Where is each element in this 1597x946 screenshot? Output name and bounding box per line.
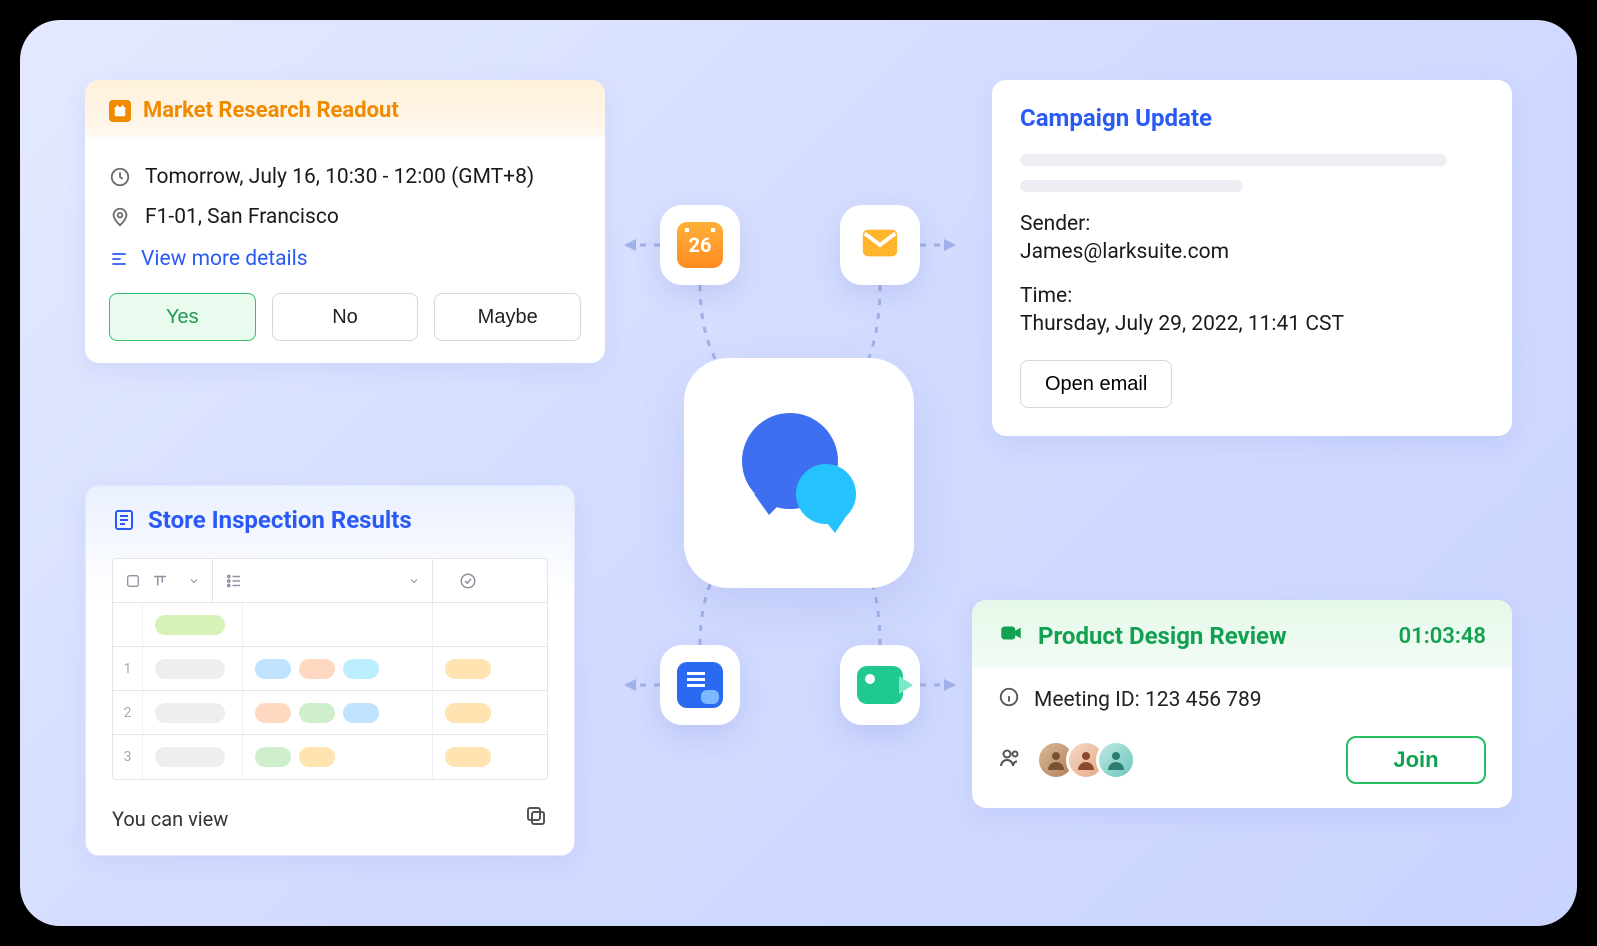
- text-type-icon: [151, 572, 169, 590]
- table-row: 2: [113, 691, 547, 735]
- table-row: 3: [113, 735, 547, 779]
- checkbox-icon: [125, 573, 141, 589]
- event-time-row: Tomorrow, July 16, 10:30 - 12:00 (GMT+8): [109, 165, 581, 189]
- table-row: [113, 603, 547, 647]
- docs-app-icon[interactable]: [660, 645, 740, 725]
- chevron-down-icon: [408, 575, 420, 587]
- email-card-title: Campaign Update: [1020, 104, 1484, 132]
- calendar-icon: [109, 100, 131, 122]
- meeting-id-row: Meeting ID: 123 456 789: [998, 686, 1486, 714]
- view-more-details-link[interactable]: View more details: [109, 247, 581, 271]
- base-card-title: Store Inspection Results: [148, 506, 412, 534]
- join-meeting-button[interactable]: Join: [1346, 736, 1486, 784]
- chevron-down-icon: [188, 575, 200, 587]
- base-card-header: Store Inspection Results: [112, 506, 548, 534]
- row-number: 1: [113, 647, 143, 690]
- calendar-event-card: Market Research Readout Tomorrow, July 1…: [85, 80, 605, 363]
- calendar-card-header: Market Research Readout: [85, 80, 605, 137]
- rsvp-no-button[interactable]: No: [272, 293, 419, 341]
- email-sender-value: James@larksuite.com: [1020, 240, 1484, 264]
- checkmark-circle-icon: [459, 572, 477, 590]
- event-time-text: Tomorrow, July 16, 10:30 - 12:00 (GMT+8): [145, 165, 534, 189]
- messenger-hub-icon: [684, 358, 914, 588]
- meeting-timer: 01:03:48: [1399, 624, 1486, 649]
- avatar: [1096, 740, 1136, 780]
- meeting-id-text: Meeting ID: 123 456 789: [1034, 688, 1262, 712]
- row-number: 2: [113, 691, 143, 734]
- calendar-day-number: 26: [689, 233, 712, 257]
- table-header-row: [113, 559, 547, 603]
- calendar-app-icon[interactable]: 26: [660, 205, 740, 285]
- view-more-label: View more details: [141, 247, 308, 271]
- table-header-col-2[interactable]: [213, 559, 433, 602]
- email-preview-card: Campaign Update Sender: James@larksuite.…: [992, 80, 1512, 436]
- copy-icon[interactable]: [524, 804, 548, 833]
- meeting-title: Product Design Review: [1038, 622, 1287, 650]
- mail-app-icon[interactable]: [840, 205, 920, 285]
- open-email-button[interactable]: Open email: [1020, 360, 1172, 408]
- clock-icon: [109, 166, 131, 188]
- video-camera-icon: [998, 620, 1024, 652]
- email-body-skeleton: [1020, 180, 1243, 192]
- row-number: 3: [113, 735, 143, 779]
- app-canvas: Market Research Readout Tomorrow, July 1…: [20, 20, 1577, 926]
- calendar-card-title: Market Research Readout: [143, 98, 399, 123]
- participants-icon: [998, 746, 1022, 774]
- participant-avatars: [1036, 740, 1136, 780]
- email-time-label: Time:: [1020, 284, 1484, 308]
- event-location-text: F1-01, San Francisco: [145, 205, 339, 229]
- email-body-skeleton: [1020, 154, 1447, 166]
- table-list-icon: [112, 508, 136, 532]
- base-table-card: Store Inspection Results: [85, 485, 575, 856]
- video-app-icon[interactable]: [840, 645, 920, 725]
- event-location-row: F1-01, San Francisco: [109, 205, 581, 229]
- meeting-card: Product Design Review 01:03:48 Meeting I…: [972, 600, 1512, 808]
- meeting-card-header: Product Design Review 01:03:48: [972, 600, 1512, 668]
- email-sender-label: Sender:: [1020, 212, 1484, 236]
- rsvp-yes-button[interactable]: Yes: [109, 293, 256, 341]
- info-icon: [998, 686, 1020, 714]
- table-row: 1: [113, 647, 547, 691]
- bullet-list-icon: [225, 572, 243, 590]
- email-time-value: Thursday, July 29, 2022, 11:41 CST: [1020, 312, 1484, 336]
- results-table: 1 2 3: [112, 558, 548, 780]
- permission-text: You can view: [112, 807, 228, 831]
- table-header-col-1[interactable]: [113, 559, 213, 602]
- location-pin-icon: [109, 206, 131, 228]
- table-header-col-3[interactable]: [433, 559, 503, 602]
- list-icon: [109, 249, 129, 269]
- rsvp-maybe-button[interactable]: Maybe: [434, 293, 581, 341]
